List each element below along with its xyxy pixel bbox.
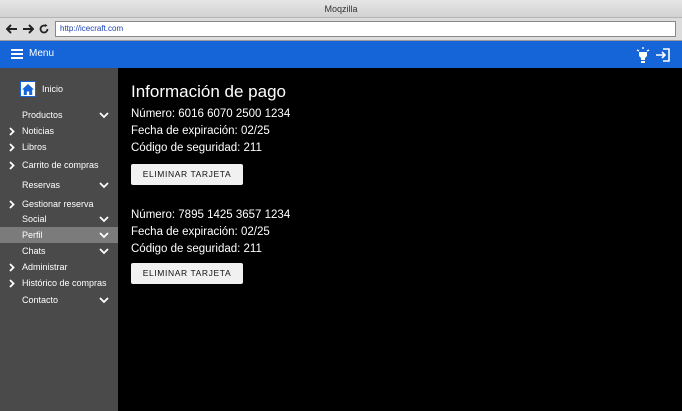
payment-info-panel: Información de pago Número: 6016 6070 25… (118, 68, 682, 411)
logout-icon[interactable] (655, 47, 671, 63)
card-security-code: Código de seguridad: 211 (131, 243, 262, 255)
sidebar-item-label: Administrar (22, 262, 68, 272)
browser-navbar: http://icecraft.com (0, 18, 682, 41)
chevron-down-icon (99, 182, 109, 189)
reload-icon[interactable] (37, 21, 51, 37)
sidebar-item-carrito-de-compras[interactable]: Carrito de compras (0, 157, 118, 173)
sidebar-item-perfil[interactable]: Perfil (0, 227, 118, 243)
sidebar-item-inicio[interactable]: Inicio (20, 81, 63, 97)
hamburger-menu-icon[interactable] (11, 49, 23, 60)
chevron-right-icon (9, 200, 15, 209)
sidebar-item-label: Contacto (22, 295, 59, 305)
card-expiry: Fecha de expiración: 02/25 (131, 125, 270, 137)
back-arrow-icon[interactable] (5, 21, 19, 37)
delete-card-button[interactable]: ELIMINAR TARJETA (131, 164, 243, 185)
sidebar-item-gestionar-reserva[interactable]: Gestionar reserva (0, 196, 118, 212)
chevron-right-icon (9, 279, 15, 288)
sidebar-item-libros[interactable]: Libros (0, 139, 118, 155)
menu-label[interactable]: Menu (29, 48, 54, 59)
app-header: Menu (0, 41, 682, 68)
sidebar-item-label: Noticias (22, 126, 55, 136)
sidebar-item-social[interactable]: Social (0, 211, 118, 227)
chevron-right-icon (9, 263, 15, 272)
card-number: Número: 6016 6070 2500 1234 (131, 108, 291, 120)
card-number: Número: 7895 1425 3657 1234 (131, 209, 291, 221)
sidebar-item-label: Carrito de compras (22, 160, 99, 170)
sidebar-item-label: Social (22, 214, 47, 224)
sidebar-item-chats[interactable]: Chats (0, 243, 118, 259)
chevron-down-icon (99, 297, 109, 304)
sidebar-item-label: Libros (22, 142, 47, 152)
chevron-right-icon (9, 143, 15, 152)
home-icon (20, 81, 36, 97)
card-expiry: Fecha de expiración: 02/25 (131, 226, 270, 238)
chevron-right-icon (9, 127, 15, 136)
window-titlebar: Moqzilla (0, 0, 682, 18)
sidebar-item-label: Productos (22, 110, 63, 120)
sidebar-item-productos[interactable]: Productos (0, 107, 118, 123)
chevron-down-icon (99, 248, 109, 255)
chevron-down-icon (99, 216, 109, 223)
sidebar-item-noticias[interactable]: Noticias (0, 123, 118, 139)
chevron-right-icon (9, 161, 15, 170)
forward-arrow-icon[interactable] (21, 21, 35, 37)
sidebar-item-label: Perfil (22, 230, 43, 240)
chevron-down-icon (99, 232, 109, 239)
page-title: Información de pago (131, 82, 286, 101)
sidebar-item-administrar[interactable]: Administrar (0, 259, 118, 275)
lightbulb-icon[interactable] (636, 47, 650, 63)
card-security-code: Código de seguridad: 211 (131, 142, 262, 154)
window-title: Moqzilla (324, 4, 358, 14)
sidebar-item-label: Inicio (42, 84, 64, 94)
sidebar-item-label: Histórico de compras (22, 278, 107, 288)
sidebar-item-reservas[interactable]: Reservas (0, 177, 118, 193)
sidebar-item-histórico-de-compras[interactable]: Histórico de compras (0, 275, 118, 291)
sidebar-item-label: Reservas (22, 180, 61, 190)
sidebar-item-contacto[interactable]: Contacto (0, 292, 118, 308)
sidebar-item-label: Gestionar reserva (22, 199, 94, 209)
chevron-down-icon (99, 112, 109, 119)
address-bar[interactable]: http://icecraft.com (55, 21, 676, 37)
delete-card-button[interactable]: ELIMINAR TARJETA (131, 263, 243, 284)
sidebar-item-label: Chats (22, 246, 46, 256)
